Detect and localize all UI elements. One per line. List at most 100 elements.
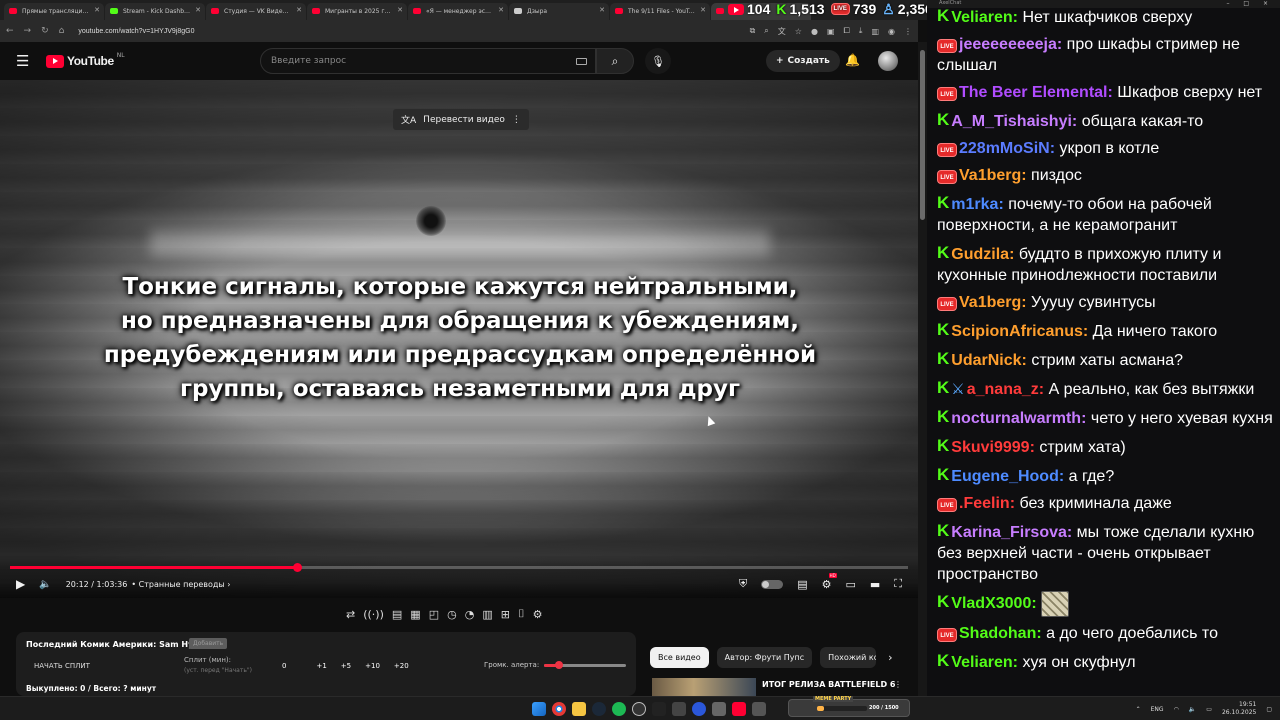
windows-start-icon[interactable] [532, 702, 546, 716]
speed-icon[interactable]: ◔ [465, 608, 475, 621]
wifi-icon[interactable]: ◠ [1174, 706, 1179, 713]
app-icon[interactable] [672, 702, 686, 716]
loop-icon[interactable]: ⇄ [346, 608, 355, 621]
chat-username[interactable]: Skuvi9999 [951, 439, 1029, 456]
tab-close-icon[interactable]: ✕ [599, 6, 605, 14]
screenshot-icon[interactable]: ⌷ [518, 607, 525, 621]
picture-in-picture-icon[interactable]: ◰ [429, 608, 439, 621]
search-input[interactable]: Введите запрос [260, 48, 596, 74]
browser-tab[interactable]: «Я — менеджер эскОр ✕ [408, 3, 508, 20]
settings-gear-icon[interactable]: ⚙ HD [822, 572, 837, 591]
start-split-button[interactable]: НАЧАТЬ СПЛИТ [34, 662, 90, 670]
extension-icon[interactable]: ▣ [827, 27, 835, 36]
add-1-button[interactable]: +1 [316, 662, 326, 670]
extension-settings-icon[interactable]: ⚙ [533, 608, 543, 621]
alert-volume-knob[interactable] [554, 661, 563, 669]
add-10-button[interactable]: +10 [365, 662, 380, 670]
video-player[interactable]: 文A Перевести видео ⋮ Тонкие сигналы, кот… [0, 80, 918, 598]
chat-username[interactable]: Shadohan [959, 625, 1036, 642]
app-icon[interactable] [692, 702, 706, 716]
sponsor-shield-icon[interactable]: ⛨ [739, 577, 747, 591]
tab-close-icon[interactable]: ✕ [700, 6, 706, 14]
playlist-icon[interactable]: ▤ [392, 608, 402, 621]
forward-icon[interactable]: → [24, 26, 32, 36]
browser-tab[interactable]: The 9/11 Files - YouTub ✕ [610, 3, 710, 20]
clapper-icon[interactable]: ▦ [410, 608, 420, 621]
progress-scrubber[interactable] [293, 563, 303, 572]
browser-tab[interactable]: Stream - Kick Dashboar ✕ [105, 3, 205, 20]
chat-username[interactable]: a_nana_z [967, 381, 1039, 398]
tab-close-icon[interactable]: ✕ [195, 6, 201, 14]
chat-username[interactable]: 228mMoSiN [959, 140, 1050, 157]
browser-tab[interactable]: Дзыра ✕ [509, 3, 609, 20]
chat-username[interactable]: ScipionAfricanus [951, 323, 1083, 340]
menu-icon[interactable]: ⋮ [904, 27, 912, 36]
translate-page-icon[interactable]: 文 [778, 26, 786, 37]
chat-username[interactable]: Va1berg [959, 294, 1021, 311]
chat-username[interactable]: Veliaren [951, 654, 1012, 671]
files-icon[interactable] [572, 702, 586, 716]
chat-username[interactable]: Eugene_Hood [951, 468, 1059, 485]
chat-username[interactable]: .Feelin [959, 495, 1010, 512]
browser-tab[interactable]: Студия — VK Видео Liv ✕ [206, 3, 306, 20]
downloads-icon[interactable]: ⤓ [859, 26, 863, 36]
chat-username[interactable]: Gudzila [951, 246, 1009, 263]
chip-all-videos[interactable]: Все видео [650, 646, 709, 668]
tab-close-icon[interactable]: ✕ [498, 6, 504, 14]
steam-icon[interactable] [592, 702, 606, 716]
theater-mode-icon[interactable]: ▬ [870, 578, 880, 591]
extension-icon[interactable]: ● [811, 27, 818, 36]
browser-tab[interactable]: Мигранты в 2025 году: ✕ [307, 3, 407, 20]
app-icon[interactable] [752, 702, 766, 716]
chat-username[interactable]: Va1berg [959, 167, 1021, 184]
bookmark-star-icon[interactable]: ☆ [795, 27, 802, 36]
more-options-icon[interactable]: ⋮ [512, 115, 521, 125]
add-5-button[interactable]: +5 [341, 662, 351, 670]
translate-video-button[interactable]: 文A Перевести видео ⋮ [393, 109, 529, 130]
alert-volume-slider[interactable] [544, 661, 626, 669]
timer-icon[interactable]: ◷ [447, 608, 457, 621]
chat-username[interactable]: Veliaren [951, 9, 1012, 26]
voice-search-button[interactable]: 🎙 [645, 48, 671, 74]
notifications-bell-icon[interactable]: 🔔 [845, 53, 860, 67]
home-icon[interactable]: ⌂ [59, 26, 65, 36]
page-scrollbar[interactable] [918, 42, 927, 696]
volume-tray-icon[interactable]: 🔈 [1189, 706, 1196, 713]
keyboard-icon[interactable] [576, 58, 587, 65]
window-controls[interactable]: – □ × [1226, 0, 1274, 7]
obs-icon[interactable] [632, 702, 646, 716]
add-tag-button[interactable]: Добавить [189, 638, 228, 649]
app-icon[interactable] [652, 702, 666, 716]
chat-username[interactable]: nocturnalwarmth [951, 410, 1081, 427]
back-icon[interactable]: ← [6, 26, 14, 36]
youtube-app-icon[interactable] [732, 702, 746, 716]
url-field[interactable]: youtube.com/watch?v=1HYJV9j8gG0 [78, 28, 194, 35]
audio-icon[interactable]: ((·)) [363, 608, 384, 621]
app-icon[interactable] [712, 702, 726, 716]
chevron-right-icon[interactable]: › [888, 651, 892, 664]
tab-close-icon[interactable]: ✕ [296, 6, 302, 14]
miniplayer-icon[interactable]: ▭ [845, 578, 855, 591]
sidebar-icon[interactable]: ▥ [871, 27, 879, 36]
chip-similar[interactable]: Похожий ко [820, 646, 877, 668]
search-button[interactable]: ⌕ [596, 48, 634, 74]
tab-close-icon[interactable]: ✕ [397, 6, 403, 14]
chat-username[interactable]: jeeeeeeeeeja [959, 36, 1057, 53]
battery-icon[interactable]: ▭ [1206, 706, 1212, 713]
chat-username[interactable]: m1rka [951, 196, 998, 213]
notifications-icon[interactable]: ▢ [1266, 706, 1272, 713]
avatar[interactable] [878, 51, 898, 71]
tab-close-icon[interactable]: ✕ [94, 6, 100, 14]
scrollbar-thumb[interactable] [920, 50, 925, 220]
chat-username[interactable]: Karina_Firsova [951, 524, 1067, 541]
video-thumbnail[interactable] [652, 678, 756, 696]
chat-username[interactable]: The Beer Elemental [959, 84, 1108, 101]
profile-icon[interactable]: ◉ [888, 27, 895, 36]
chrome-icon[interactable] [552, 702, 566, 716]
hamburger-menu-icon[interactable]: ☰ [16, 52, 40, 70]
clock[interactable]: 19:51 26.10.2025 [1222, 701, 1256, 717]
language-indicator[interactable]: ENG [1151, 706, 1164, 713]
chapter-button[interactable]: • Странные переводы › [131, 580, 230, 589]
recommended-title[interactable]: ИТОГ РЕЛИЗА BATTLEFIELD 6 [762, 680, 896, 689]
extensions-puzzle-icon[interactable]: ⧠ [844, 26, 850, 36]
